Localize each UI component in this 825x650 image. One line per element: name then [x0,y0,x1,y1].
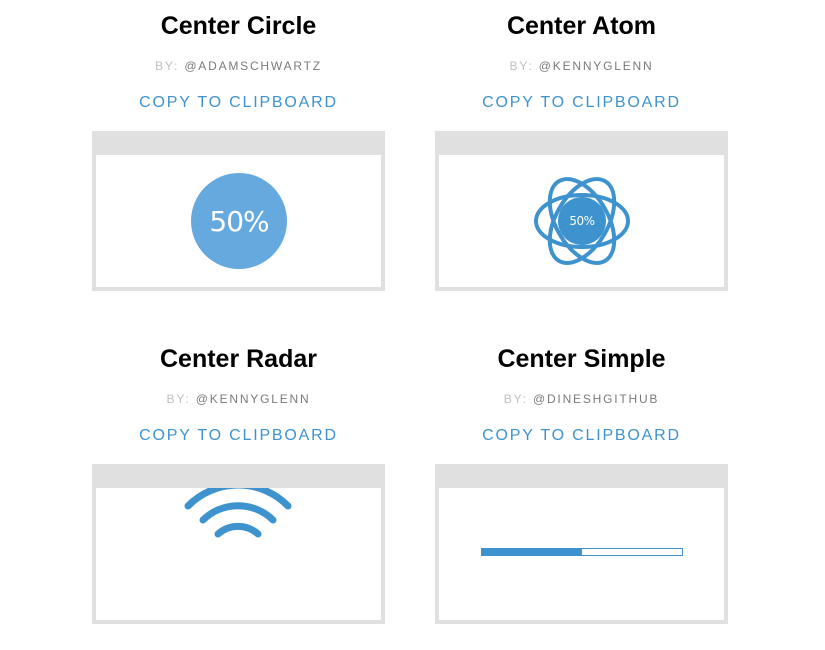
card-byline: BY: @ADAMSCHWARTZ [92,59,385,73]
copy-to-clipboard-link[interactable]: COPY TO CLIPBOARD [139,93,338,113]
progress-percent-text: 50% [569,214,595,228]
card-title: Center Simple [497,345,666,373]
author-handle: @KENNYGLENN [195,392,311,406]
card-center-radar: Center Radar BY: @KENNYGLENN COPY TO CLI… [92,344,385,624]
card-center-simple: Center Simple BY: @DINESHGITHUB COPY TO … [435,344,728,624]
preview-frame [92,464,385,624]
by-label: BY: [503,392,528,406]
card-title: Center Radar [160,345,317,373]
card-center-atom: Center Atom BY: @KENNYGLENN COPY TO CLIP… [435,11,728,291]
progress-percent-text: 50% [209,204,269,238]
card-center-circle: Center Circle BY: @ADAMSCHWARTZ COPY TO … [92,11,385,291]
preview-frame [435,464,728,624]
author-handle: @KENNYGLENN [538,59,654,73]
preview-frame: 50% [435,131,728,291]
card-title: Center Circle [160,12,317,40]
copy-to-clipboard-link[interactable]: COPY TO CLIPBOARD [482,426,681,446]
by-label: BY: [166,392,191,406]
preview-viewport: 50% [439,155,724,287]
progress-circle: 50% [191,173,287,269]
preview-viewport [439,488,724,620]
copy-to-clipboard-link[interactable]: COPY TO CLIPBOARD [139,426,338,446]
by-label: BY: [155,59,180,73]
radar-icon [184,488,292,538]
author-handle: @ADAMSCHWARTZ [184,59,322,73]
preview-frame: 50% [92,131,385,291]
copy-to-clipboard-link[interactable]: COPY TO CLIPBOARD [482,93,681,113]
card-byline: BY: @KENNYGLENN [92,392,385,406]
by-label: BY: [509,59,534,73]
progress-bar-fill [482,549,582,555]
card-byline: BY: @KENNYGLENN [435,59,728,73]
card-byline: BY: @DINESHGITHUB [435,392,728,406]
preview-viewport: 50% [96,155,381,287]
progress-bar [481,548,683,556]
preview-viewport [96,488,381,620]
card-title: Center Atom [506,12,657,40]
author-handle: @DINESHGITHUB [532,392,660,406]
